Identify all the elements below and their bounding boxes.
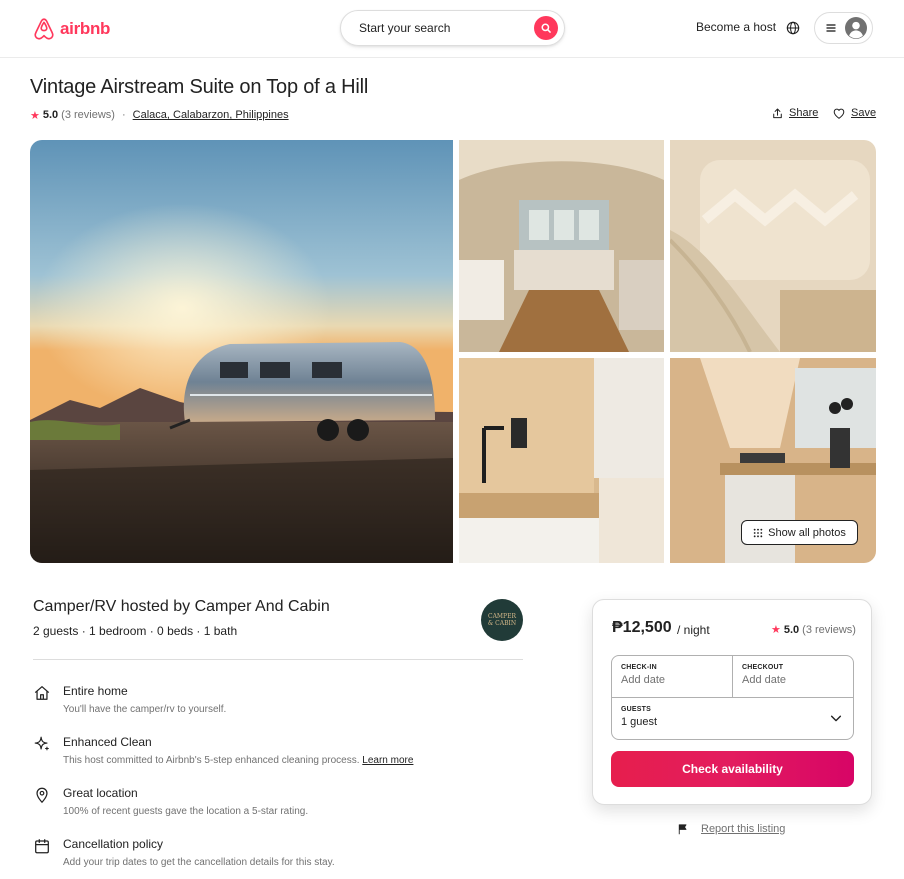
kitchen-photo[interactable] <box>459 358 664 563</box>
search-label: Start your search <box>359 21 451 35</box>
interior-photo[interactable] <box>459 140 664 352</box>
airbnb-logo-icon <box>34 18 54 40</box>
logo-text: airbnb <box>60 19 111 38</box>
feature-title: Entire home <box>63 684 128 698</box>
price: ₱12,500 <box>612 619 672 636</box>
user-icon <box>845 17 867 39</box>
checkout-field[interactable]: CHECKOUT Add date <box>733 656 854 698</box>
show-all-label: Show all photos <box>768 526 846 539</box>
share-label: Share <box>789 107 819 119</box>
sparkle-icon <box>34 736 49 751</box>
date-guest-picker: CHECK-IN Add date CHECKOUT Add date GUES… <box>611 655 854 740</box>
location-link[interactable]: Calaca, Calabarzon, Philippines <box>133 109 289 121</box>
pillow-photo[interactable] <box>670 140 876 352</box>
feature-desc: You'll have the camper/rv to yourself. <box>63 704 227 715</box>
save-label: Save <box>851 107 877 119</box>
listing-subheader: ★ 5.0 (3 reviews) · Calaca, Calabarzon, … <box>30 107 289 123</box>
chevron-down-icon <box>830 715 842 722</box>
location-pin-icon <box>36 787 48 804</box>
heart-icon <box>833 108 845 119</box>
share-button[interactable]: Share <box>772 107 818 119</box>
search-icon <box>541 23 551 33</box>
report-listing-link[interactable]: Report this listing <box>677 823 785 835</box>
become-host-link[interactable]: Become a host <box>696 20 776 34</box>
search-button[interactable] <box>534 16 558 40</box>
home-icon <box>34 686 50 700</box>
calendar-icon <box>35 839 49 854</box>
feature-title: Great location <box>63 786 138 800</box>
reviews-link[interactable]: (3 reviews) <box>61 109 115 121</box>
globe-icon[interactable] <box>786 21 800 35</box>
section-divider <box>33 659 523 660</box>
guests-dropdown[interactable]: GUESTS 1 guest <box>612 698 853 739</box>
host-avatar-text-2: & CABIN <box>487 620 517 627</box>
price-unit: / night <box>677 623 710 637</box>
search-bar[interactable]: Start your search <box>340 10 565 46</box>
card-rating-value: 5.0 <box>783 623 800 636</box>
feature-desc-text: This host committed to Airbnb's 5-step e… <box>63 755 360 766</box>
feature-desc: 100% of recent guests gave the location … <box>63 806 309 817</box>
checkin-field[interactable]: CHECK-IN Add date <box>612 656 733 698</box>
report-label: Report this listing <box>701 823 786 835</box>
listing-title: Vintage Airstream Suite on Top of a Hill <box>30 76 369 98</box>
checkin-label: CHECK-IN <box>621 664 657 671</box>
show-all-photos-button[interactable]: Show all photos <box>741 520 858 545</box>
checkin-value: Add date <box>621 674 666 686</box>
feature-great-location: Great location 100% of recent guests gav… <box>33 786 523 820</box>
feature-desc: This host committed to Airbnb's 5-step e… <box>63 755 413 766</box>
guests-label: GUESTS <box>621 706 651 713</box>
flag-icon <box>678 824 687 835</box>
photo-gallery <box>30 140 876 563</box>
separator-dot: · <box>121 109 126 121</box>
save-button[interactable]: Save <box>833 107 876 119</box>
feature-entire-home: Entire home You'll have the camper/rv to… <box>33 684 523 718</box>
host-avatar[interactable]: CAMPER & CABIN <box>481 599 523 641</box>
feature-desc: Add your trip dates to get the cancellat… <box>63 857 335 868</box>
main-photo[interactable] <box>30 140 453 563</box>
checkout-value: Add date <box>742 674 787 686</box>
feature-cancellation-policy: Cancellation policy Add your trip dates … <box>33 837 523 871</box>
user-menu-button[interactable] <box>814 12 873 44</box>
card-reviews-link[interactable]: (3 reviews) <box>802 624 856 636</box>
share-icon <box>773 108 782 118</box>
learn-more-link[interactable]: Learn more <box>362 755 413 766</box>
top-nav: airbnb Start your search Become a host <box>0 0 904 58</box>
host-title: Camper/RV hosted by Camper And Cabin <box>33 598 330 615</box>
feature-title: Cancellation policy <box>63 837 164 851</box>
guests-value: 1 guest <box>621 716 658 728</box>
card-rating: ★ 5.0 (3 reviews) <box>771 623 856 637</box>
grid-icon <box>753 528 763 537</box>
feature-enhanced-clean: Enhanced Clean This host committed to Ai… <box>33 735 523 769</box>
host-avatar-text-1: CAMPER <box>487 613 516 620</box>
menu-icon <box>826 24 836 32</box>
booking-card: ₱12,500 / night ★ 5.0 (3 reviews) CHECK-… <box>592 599 872 805</box>
star-icon: ★ <box>30 109 40 122</box>
check-availability-button[interactable]: Check availability <box>611 751 854 787</box>
airbnb-logo[interactable]: airbnb <box>32 16 110 42</box>
star-icon: ★ <box>771 624 781 636</box>
feature-title: Enhanced Clean <box>63 735 152 749</box>
listing-details: 2 guests · 1 bedroom · 0 beds · 1 bath <box>33 624 238 638</box>
listing-rating: 5.0 <box>42 109 59 121</box>
checkout-label: CHECKOUT <box>742 664 784 671</box>
